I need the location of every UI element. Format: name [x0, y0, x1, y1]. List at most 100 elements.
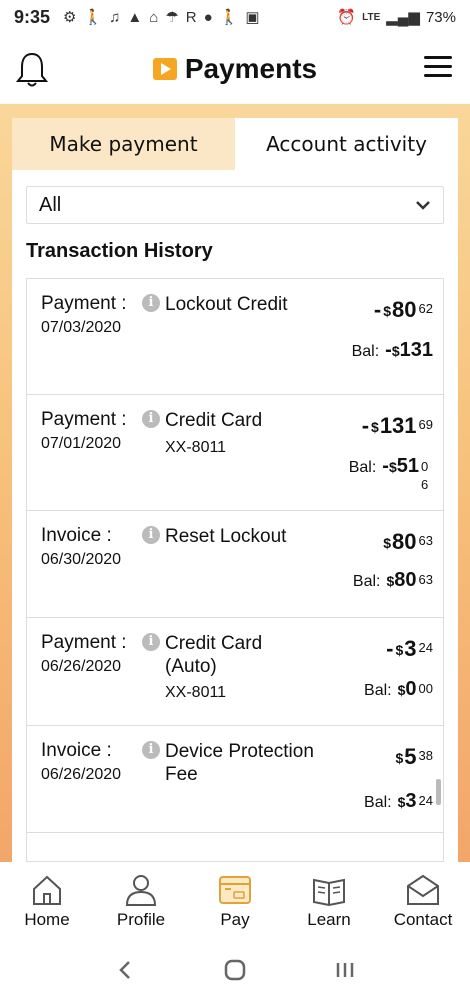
- system-nav-bar: [0, 940, 470, 1000]
- info-icon[interactable]: i: [142, 410, 160, 428]
- balance-cents: 24: [418, 793, 433, 808]
- circle-icon: ●: [203, 8, 213, 26]
- pay-icon: [219, 876, 251, 904]
- balance-label: Bal:: [352, 573, 381, 590]
- amount-dollars: 80: [392, 297, 417, 322]
- info-icon[interactable]: i: [142, 633, 160, 651]
- balance-dollars: 0: [405, 678, 417, 700]
- main-area: Make payment Account activity All Transa…: [0, 104, 470, 862]
- transaction-amount: - $ 131 69: [362, 413, 433, 439]
- amount-cents: 63: [418, 533, 433, 548]
- transaction-date: 06/26/2020: [41, 766, 122, 783]
- balance-currency: $: [386, 573, 395, 589]
- nav-contact[interactable]: Contact: [376, 862, 470, 940]
- back-icon[interactable]: [111, 956, 139, 984]
- transaction-amount: - $ 3 24: [386, 636, 433, 662]
- balance-dollars: 51: [396, 455, 419, 477]
- music-icon: ♫: [109, 8, 121, 26]
- amount-cents: 62: [418, 301, 433, 316]
- tab-account-activity[interactable]: Account activity: [235, 118, 458, 170]
- balance-currency: $: [391, 343, 400, 359]
- amount-currency: $: [383, 303, 392, 319]
- contact-icon: [407, 874, 439, 905]
- status-time: 9:35: [14, 6, 51, 27]
- transaction-sub: XX-8011: [165, 684, 227, 701]
- bell-icon[interactable]: [14, 50, 50, 90]
- nav-pay-label: Pay: [220, 910, 250, 929]
- amount-cents: 69: [418, 417, 433, 432]
- transaction-balance: Bal: - $ 131: [352, 339, 433, 362]
- amount-dollars: 131: [379, 413, 417, 438]
- home-button-icon[interactable]: [221, 956, 249, 984]
- filter-dropdown[interactable]: All: [26, 186, 444, 224]
- image-icon: ▣: [245, 9, 260, 26]
- transaction-row[interactable]: Invoice : 06/26/2020 i Device Protection…: [27, 726, 443, 833]
- status-bar: 9:35 ⚙ 🚶 ♫ ▲ ⌂ ☂ R ● 🚶 ▣ ⏰ LTE ▂▄▆ 73%: [0, 0, 470, 34]
- amount-currency: $: [383, 535, 392, 551]
- app-header: Payments: [0, 34, 470, 104]
- transaction-type: Invoice :: [41, 525, 112, 546]
- balance-sign: -: [385, 339, 392, 361]
- transaction-balance: Bal: $ 80 63: [353, 569, 433, 592]
- transaction-description: Credit Card (Auto): [165, 633, 263, 677]
- bottom-nav: Home Profile Pay Learn Contact: [0, 862, 470, 940]
- transaction-type: Invoice :: [41, 740, 112, 761]
- content-panel: Make payment Account activity All Transa…: [12, 118, 458, 862]
- logo-icon: [152, 58, 177, 80]
- home-status-icon: ⌂: [149, 8, 159, 26]
- recent-apps-icon[interactable]: [331, 956, 359, 984]
- balance-label: Bal:: [351, 343, 380, 360]
- nav-contact-label: Contact: [393, 910, 453, 929]
- alarm-icon: ⏰: [337, 9, 357, 26]
- nav-profile[interactable]: Profile: [94, 862, 188, 940]
- transaction-balance: Bal: $ 0 00: [364, 678, 433, 701]
- balance-label: Bal:: [348, 459, 377, 476]
- balance-dollars: 80: [394, 569, 417, 591]
- transaction-row[interactable]: Invoice : 06/30/2020 i Reset Lockout $ 8…: [27, 511, 443, 618]
- page-title: Payments: [184, 53, 318, 84]
- nav-learn[interactable]: Learn: [282, 862, 376, 940]
- transaction-row[interactable]: Payment : 07/03/2020 i Lockout Credit - …: [27, 279, 443, 395]
- amount-sign: -: [361, 413, 370, 438]
- balance-cents: 63: [418, 572, 433, 587]
- info-icon[interactable]: i: [142, 294, 160, 312]
- transaction-row[interactable]: Payment : 07/01/2020 i Credit Card XX-80…: [27, 395, 443, 511]
- nav-pay[interactable]: Pay: [188, 862, 282, 940]
- transaction-balance: Bal: - $ 51 06: [349, 455, 433, 494]
- balance-sign: -: [382, 455, 389, 477]
- amount-sign: -: [373, 297, 382, 322]
- transaction-date: 07/03/2020: [41, 319, 122, 336]
- transaction-amount: $ 80 63: [383, 529, 433, 555]
- transaction-date: 06/30/2020: [41, 551, 122, 568]
- transaction-description: Reset Lockout: [165, 526, 287, 547]
- weather-icon: ☂: [165, 9, 179, 26]
- walking-icon-2: 🚶: [219, 9, 239, 26]
- gear-icon: ⚙: [63, 9, 77, 26]
- signal-icon: ▂▄▆: [386, 9, 420, 26]
- balance-cents: 00: [418, 681, 433, 696]
- transaction-date: 07/01/2020: [41, 435, 122, 452]
- transaction-row[interactable]: Payment : 06/26/2020 i Credit Card (Auto…: [27, 618, 443, 726]
- balance-currency: $: [397, 682, 406, 698]
- scrollbar[interactable]: [436, 779, 441, 805]
- amount-dollars: 80: [392, 529, 417, 554]
- transaction-description: Lockout Credit: [165, 294, 288, 315]
- info-icon[interactable]: i: [142, 526, 160, 544]
- balance-dollars: 3: [405, 790, 417, 812]
- balance-label: Bal:: [364, 682, 392, 699]
- nav-profile-label: Profile: [116, 910, 166, 929]
- amount-cents: 24: [418, 640, 433, 655]
- nav-learn-label: Learn: [307, 910, 351, 929]
- nav-home[interactable]: Home: [0, 862, 94, 940]
- hamburger-menu-icon[interactable]: [424, 56, 452, 80]
- info-icon[interactable]: i: [142, 741, 160, 759]
- transaction-description: Device Protection Fee: [165, 741, 314, 785]
- tab-make-payment[interactable]: Make payment: [12, 118, 235, 170]
- transaction-balance: Bal: $ 3 24: [364, 790, 433, 813]
- transaction-amount: - $ 80 62: [374, 297, 433, 323]
- transaction-list[interactable]: Payment : 07/03/2020 i Lockout Credit - …: [26, 278, 444, 862]
- balance-currency: $: [388, 459, 397, 475]
- transaction-type: Payment :: [41, 409, 127, 430]
- amount-currency: $: [371, 419, 379, 435]
- battery-percent: 73%: [425, 8, 456, 26]
